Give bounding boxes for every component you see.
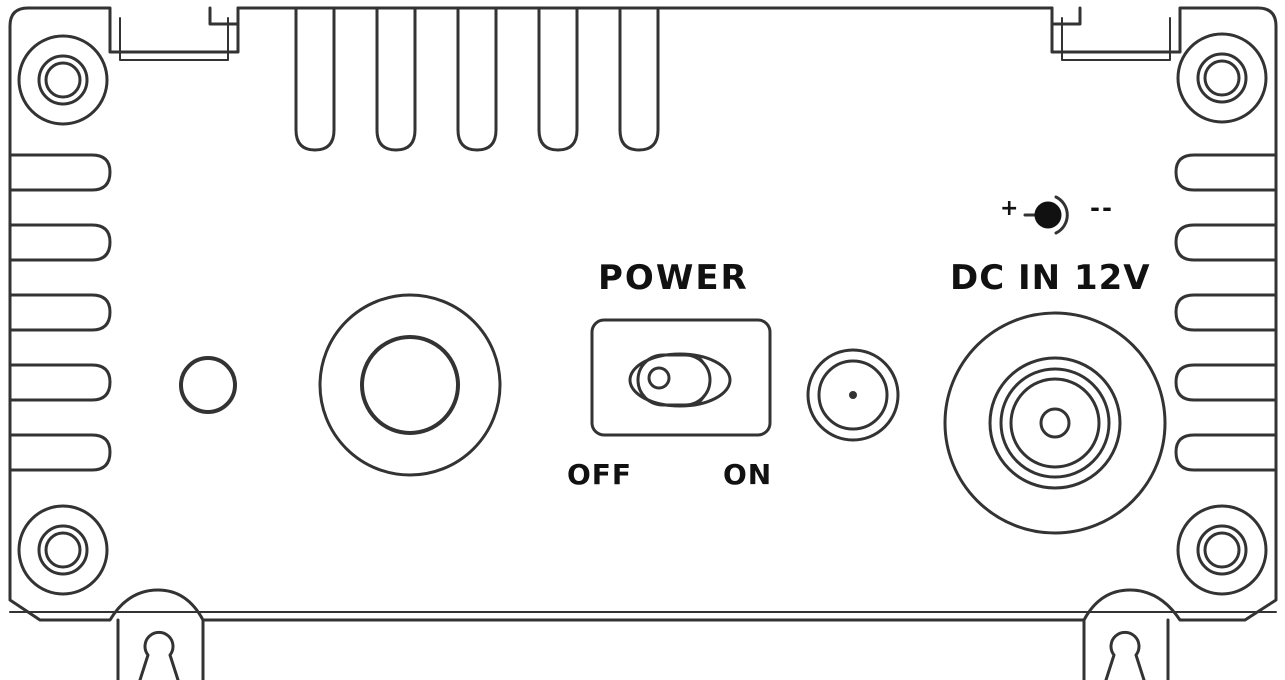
power-switch-pivot <box>647 366 671 390</box>
screw-bottom-left <box>17 504 109 596</box>
center-positive-polarity-icon <box>1023 195 1069 235</box>
dc-in-label: DC IN 12V <box>950 258 1151 298</box>
mounting-foot-right <box>1082 618 1170 680</box>
right-side-fins <box>1174 153 1278 472</box>
screw-top-left <box>17 34 109 126</box>
screw-top-right <box>1176 32 1268 124</box>
power-switch-plate <box>590 318 772 437</box>
mounting-foot-left <box>116 618 205 680</box>
power-label: POWER <box>598 258 749 298</box>
round-button[interactable] <box>318 293 502 477</box>
rear-panel-diagram <box>8 6 1278 680</box>
screw-bottom-right <box>1176 504 1268 596</box>
on-label: ON <box>723 458 773 491</box>
polarity-plus-sign: + <box>1000 196 1020 221</box>
housing-inner-outline <box>119 17 1171 61</box>
left-side-fins <box>8 153 112 472</box>
off-label: OFF <box>567 458 633 491</box>
top-left-tab <box>208 6 240 26</box>
top-right-tab <box>1050 6 1082 26</box>
power-switch[interactable] <box>590 318 772 437</box>
led-indicator <box>179 356 237 414</box>
dc-power-jack[interactable] <box>943 311 1167 535</box>
top-fins <box>294 6 660 152</box>
small-jack[interactable] <box>806 348 900 442</box>
polarity-minus-sign: -- <box>1090 194 1114 222</box>
